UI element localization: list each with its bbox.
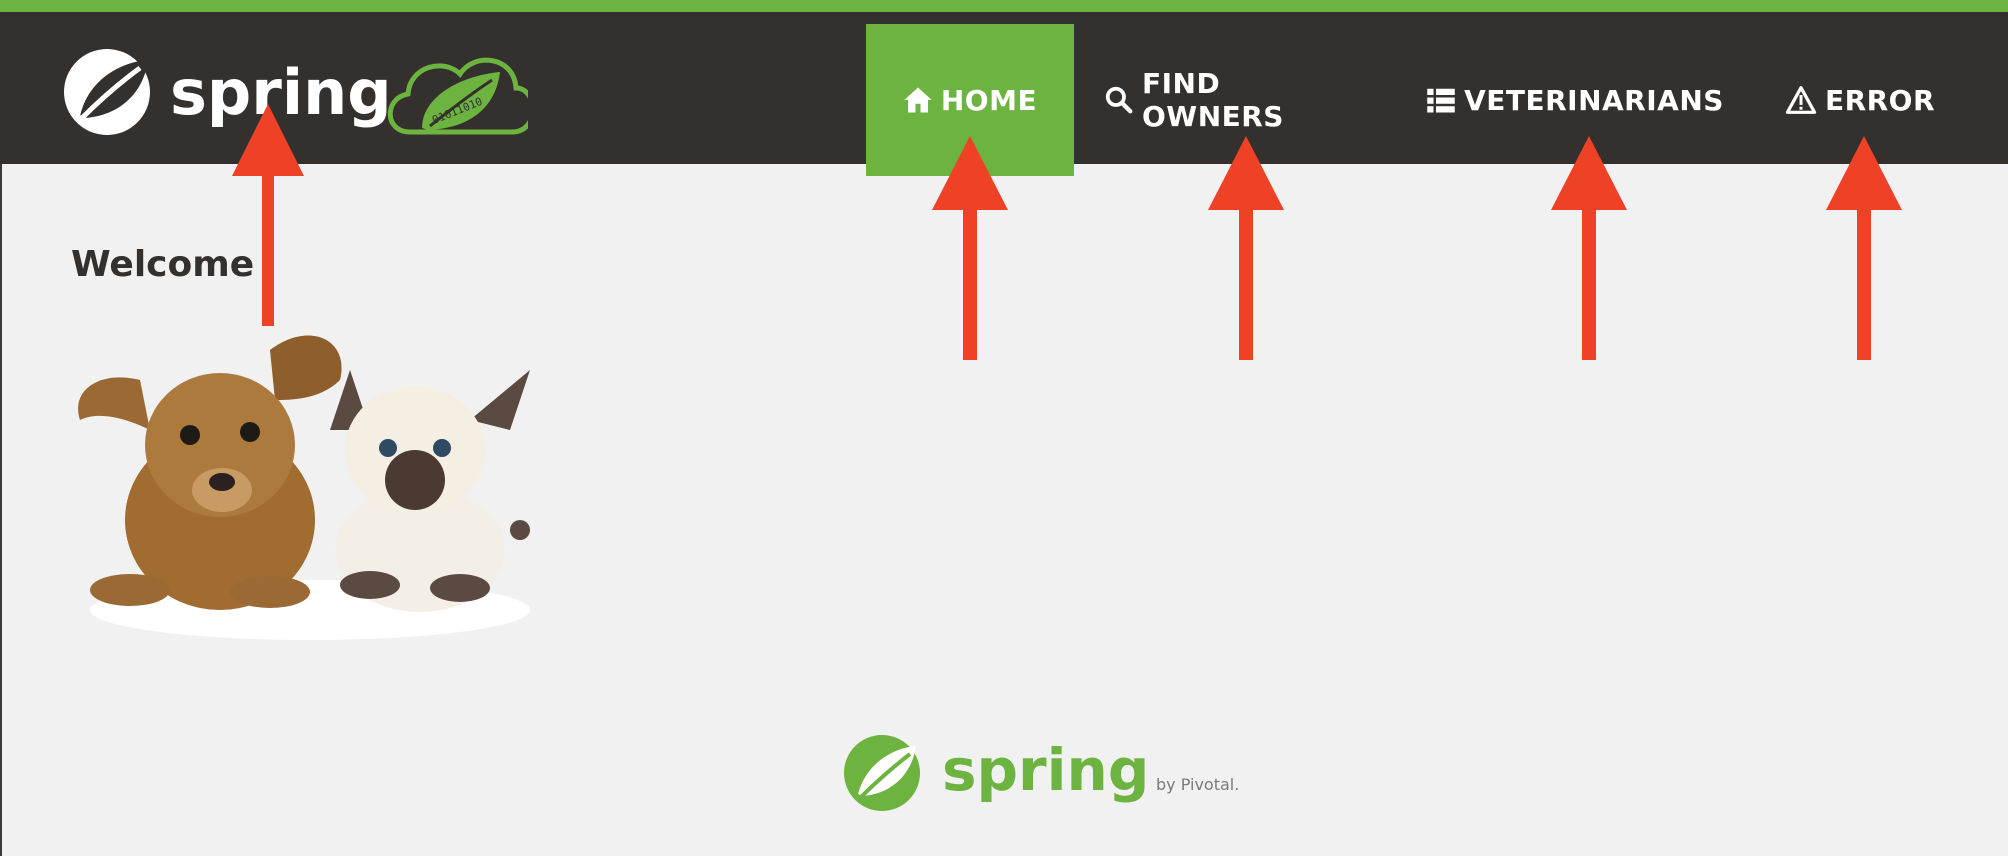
footer-byline: by Pivotal. <box>1156 775 1239 794</box>
nav-error-label: ERROR <box>1824 83 1936 117</box>
nav-veterinarians-label: VETERINARIANS <box>1464 83 1724 117</box>
navbar: spring 01011010 HOME FIND OWNERS VETERIN… <box>0 0 2008 176</box>
nav-find-owners[interactable]: FIND OWNERS <box>1104 24 1372 176</box>
nav-home-label: HOME <box>940 83 1038 117</box>
footer-spring-logo: spring by Pivotal. <box>842 728 1242 818</box>
spring-logo-link[interactable]: spring 01011010 <box>58 34 528 144</box>
footer-wordmark: spring <box>942 736 1149 804</box>
dog-illustration <box>78 335 342 610</box>
logo-wordmark: spring <box>170 56 392 129</box>
cloud-badge-icon: 01011010 <box>387 57 528 135</box>
nav-error[interactable]: ERROR <box>1780 24 1940 176</box>
warning-icon <box>1785 85 1817 115</box>
pets-image <box>70 310 540 650</box>
home-icon <box>903 85 933 115</box>
list-icon <box>1426 85 1456 115</box>
nav-find-owners-label: FIND OWNERS <box>1142 67 1284 133</box>
page-title: Welcome <box>71 244 255 285</box>
nav-home[interactable]: HOME <box>866 24 1074 176</box>
nav-veterinarians[interactable]: VETERINARIANS <box>1427 24 1723 176</box>
cat-illustration <box>330 370 530 612</box>
search-icon <box>1104 85 1134 115</box>
spring-logo: spring 01011010 <box>64 49 528 135</box>
